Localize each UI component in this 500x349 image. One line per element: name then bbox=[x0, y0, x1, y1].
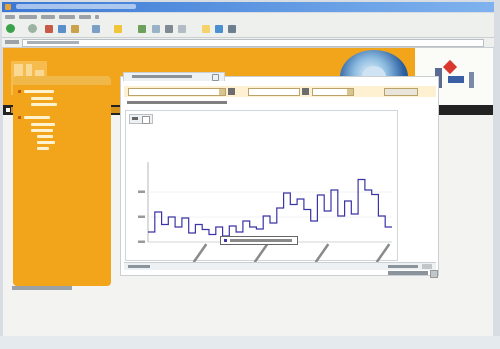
legend-label bbox=[230, 239, 292, 242]
footer-link[interactable] bbox=[388, 271, 428, 275]
y-tick-label bbox=[138, 240, 145, 243]
browser-window bbox=[0, 0, 500, 349]
y-tick-label bbox=[138, 190, 145, 193]
footer-scroll[interactable] bbox=[422, 264, 432, 269]
chart-legend[interactable] bbox=[220, 236, 298, 245]
footer-left-text bbox=[128, 265, 150, 268]
x-tick-label bbox=[314, 243, 330, 263]
y-tick-label bbox=[138, 215, 145, 218]
chart-svg bbox=[138, 162, 392, 263]
legend-swatch bbox=[224, 239, 227, 242]
series-line bbox=[148, 178, 392, 237]
content-footer bbox=[124, 262, 436, 270]
x-tick-label bbox=[253, 243, 269, 263]
bottom-strip bbox=[0, 336, 500, 349]
x-tick-label bbox=[192, 243, 208, 263]
x-tick-label bbox=[375, 243, 391, 263]
footer-icon[interactable] bbox=[430, 270, 438, 278]
footer-right-text bbox=[388, 265, 418, 268]
